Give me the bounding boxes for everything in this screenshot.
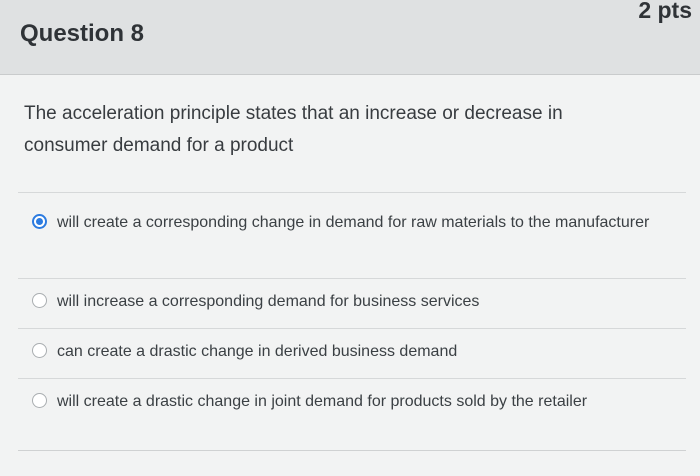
quiz-question-card: Question 8 2 pts The acceleration princi… [0,0,700,476]
question-title: Question 8 [20,20,145,47]
answer-option-label: will create a drastic change in joint de… [57,393,588,410]
answer-option-label: can create a drastic change in derived b… [57,343,458,360]
answer-option-label: will create a corresponding change in de… [57,214,650,231]
divider [18,328,686,329]
answer-option-label: will increase a corresponding demand for… [57,293,480,310]
divider [18,378,686,379]
radio-unselected-icon[interactable] [32,343,47,358]
answer-option-2[interactable]: will increase a corresponding demand for… [32,289,672,315]
divider [18,192,686,193]
radio-unselected-icon[interactable] [32,393,47,408]
card-bottom-border [18,450,686,451]
divider [18,278,686,279]
points-label: 2 pts [638,0,692,23]
answer-option-4[interactable]: will create a drastic change in joint de… [32,389,672,415]
answer-option-3[interactable]: can create a drastic change in derived b… [32,339,672,365]
answer-option-1[interactable]: will create a corresponding change in de… [32,210,672,236]
radio-selected-icon[interactable] [32,214,47,229]
question-text: The acceleration principle states that a… [24,103,563,156]
question-header: Question 8 2 pts [0,0,700,75]
radio-unselected-icon[interactable] [32,293,47,308]
